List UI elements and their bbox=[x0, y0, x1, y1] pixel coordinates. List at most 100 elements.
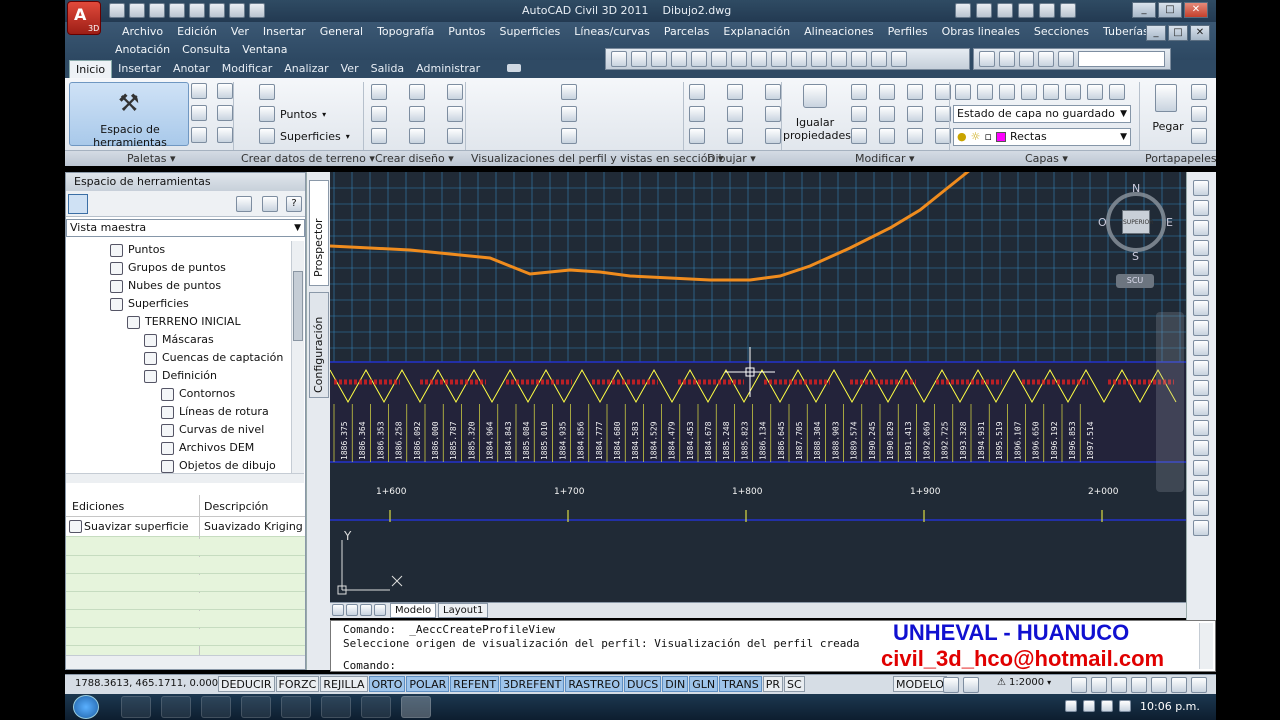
print-icon[interactable] bbox=[189, 3, 205, 18]
feature-line-icon[interactable] bbox=[447, 128, 463, 144]
points-button[interactable]: Puntos ▾ bbox=[259, 106, 326, 122]
tree-item[interactable]: Máscaras bbox=[66, 331, 293, 349]
right-tool-icon[interactable] bbox=[1193, 180, 1209, 196]
offset-icon[interactable] bbox=[891, 51, 907, 67]
toggle-forzc[interactable]: FORZC bbox=[275, 676, 320, 692]
panel-options-icon[interactable] bbox=[262, 196, 278, 212]
quick-view-drawings-icon[interactable] bbox=[963, 677, 979, 693]
menu-item-topograf-a[interactable]: Topografía bbox=[370, 25, 441, 38]
polyline-icon[interactable] bbox=[689, 128, 705, 144]
status-menu-icon[interactable] bbox=[1191, 677, 1207, 693]
layer-iso-icon[interactable] bbox=[1018, 51, 1035, 67]
line-icon[interactable] bbox=[689, 84, 705, 100]
volume-icon[interactable] bbox=[1119, 700, 1131, 712]
excel-icon[interactable] bbox=[281, 696, 311, 718]
menu-item-superficies[interactable]: Superficies bbox=[492, 25, 567, 38]
layer-prev-icon[interactable] bbox=[998, 51, 1015, 67]
polygon-icon[interactable] bbox=[765, 106, 781, 122]
redo-icon[interactable] bbox=[229, 3, 245, 18]
menu-item-parcelas[interactable]: Parcelas bbox=[657, 25, 717, 38]
right-tool-icon[interactable] bbox=[1193, 520, 1209, 536]
toggle-orto[interactable]: ORTO bbox=[368, 676, 406, 692]
prospector-view-icon[interactable] bbox=[68, 194, 88, 214]
sheet-set-icon[interactable] bbox=[191, 127, 207, 143]
layer-icon[interactable] bbox=[979, 51, 995, 67]
mirror2-icon[interactable] bbox=[879, 106, 895, 122]
close-button[interactable]: ✕ bbox=[1184, 2, 1208, 18]
ribbon-group-7[interactable]: Portapapeles bbox=[1145, 152, 1217, 165]
minimize-button[interactable]: _ bbox=[1132, 2, 1156, 18]
create-ground-data-icon[interactable] bbox=[259, 84, 275, 100]
menu-item-anotaci-n[interactable]: Anotación bbox=[109, 43, 176, 56]
toolpalette-icon[interactable] bbox=[217, 83, 233, 99]
tree-item[interactable]: Archivos DEM bbox=[66, 439, 293, 457]
menu-item-secciones[interactable]: Secciones bbox=[1027, 25, 1096, 38]
tab-insertar[interactable]: Insertar bbox=[112, 60, 167, 78]
help-search-icon[interactable] bbox=[955, 3, 971, 18]
layer-off-icon[interactable] bbox=[1058, 51, 1075, 67]
markup-icon[interactable] bbox=[217, 127, 233, 143]
right-tool-icon[interactable] bbox=[1193, 300, 1209, 316]
help-icon[interactable] bbox=[1060, 3, 1076, 18]
ribbon-minimize-icon[interactable] bbox=[507, 64, 521, 72]
triangle-icon[interactable] bbox=[651, 51, 667, 67]
right-tool-icon[interactable] bbox=[1193, 400, 1209, 416]
sample-lines-icon[interactable] bbox=[561, 106, 577, 122]
explode2-icon[interactable] bbox=[907, 128, 923, 144]
menu-item-perfiles[interactable]: Perfiles bbox=[881, 25, 935, 38]
properties-icon[interactable] bbox=[191, 83, 207, 99]
tree-item[interactable]: Cuencas de captación bbox=[66, 349, 293, 367]
brush-icon[interactable] bbox=[631, 51, 647, 67]
right-tool-icon[interactable] bbox=[1193, 460, 1209, 476]
toggle-rastreo[interactable]: RASTREO bbox=[565, 676, 624, 692]
rectangle-icon[interactable] bbox=[765, 84, 781, 100]
tree-item[interactable]: Superficies bbox=[66, 295, 293, 313]
layer-freeze-icon[interactable] bbox=[1038, 51, 1055, 67]
maximize-button[interactable]: □ bbox=[1158, 2, 1182, 18]
flag-icon[interactable] bbox=[1065, 700, 1077, 712]
autocad-taskbar-icon[interactable] bbox=[401, 696, 431, 718]
layer-match-icon[interactable] bbox=[977, 84, 993, 100]
wifi-icon[interactable] bbox=[1101, 700, 1113, 712]
tree-item[interactable]: Definición bbox=[66, 367, 293, 385]
open-file-icon[interactable] bbox=[129, 3, 145, 18]
workspace-gear-icon[interactable] bbox=[1111, 677, 1127, 693]
trim2-icon[interactable] bbox=[907, 84, 923, 100]
network-icon[interactable] bbox=[201, 696, 231, 718]
tree-item[interactable]: Líneas de rotura bbox=[66, 403, 293, 421]
region-icon[interactable] bbox=[765, 128, 781, 144]
right-tool-icon[interactable] bbox=[1193, 200, 1209, 216]
rotate-icon[interactable] bbox=[731, 51, 747, 67]
hardware-accel-icon[interactable] bbox=[1151, 677, 1167, 693]
move-icon[interactable] bbox=[711, 51, 727, 67]
doc-minimize-button[interactable]: _ bbox=[1146, 25, 1166, 41]
ribbon-group-6[interactable]: Capas ▾ bbox=[1025, 152, 1068, 165]
clock[interactable]: 10:06 p.m. bbox=[1140, 700, 1200, 713]
menu-item-puntos[interactable]: Puntos bbox=[441, 25, 492, 38]
view-select[interactable]: Vista maestra ▼ bbox=[66, 219, 305, 237]
trim-icon[interactable] bbox=[751, 51, 767, 67]
surfaces-button[interactable]: Superficies ▾ bbox=[259, 128, 350, 144]
internet-explorer-icon[interactable] bbox=[241, 696, 271, 718]
paste-button[interactable]: Pegar bbox=[1145, 82, 1185, 146]
rotate2-icon[interactable] bbox=[879, 84, 895, 100]
toggle-deducir[interactable]: DEDUCIR bbox=[218, 676, 275, 692]
viewcube[interactable]: SUPERIOR N S E O bbox=[1098, 182, 1173, 263]
ribbon-group-3[interactable]: Visualizaciones del perfil y vistas en s… bbox=[471, 152, 723, 165]
ellipse-icon[interactable] bbox=[727, 128, 743, 144]
ribbon-group-2[interactable]: Crear diseño ▾ bbox=[375, 152, 454, 165]
qat-dropdown-icon[interactable] bbox=[249, 3, 265, 18]
isolate-objects-icon[interactable] bbox=[1171, 677, 1187, 693]
favorites-star-icon[interactable] bbox=[1039, 3, 1055, 18]
next-tab-icon[interactable] bbox=[360, 604, 372, 616]
menu-item-consulta[interactable]: Consulta bbox=[176, 43, 236, 56]
tab-inicio[interactable]: Inicio bbox=[69, 60, 113, 78]
copy-clip-icon[interactable] bbox=[1191, 106, 1207, 122]
right-tool-icon[interactable] bbox=[1193, 320, 1209, 336]
save-as-icon[interactable] bbox=[169, 3, 185, 18]
subscription-icon[interactable] bbox=[997, 3, 1013, 18]
break-icon[interactable] bbox=[791, 51, 807, 67]
fillet2-icon[interactable] bbox=[851, 106, 867, 122]
layer-lock-icon[interactable] bbox=[1021, 84, 1037, 100]
right-tool-icon[interactable] bbox=[1193, 420, 1209, 436]
